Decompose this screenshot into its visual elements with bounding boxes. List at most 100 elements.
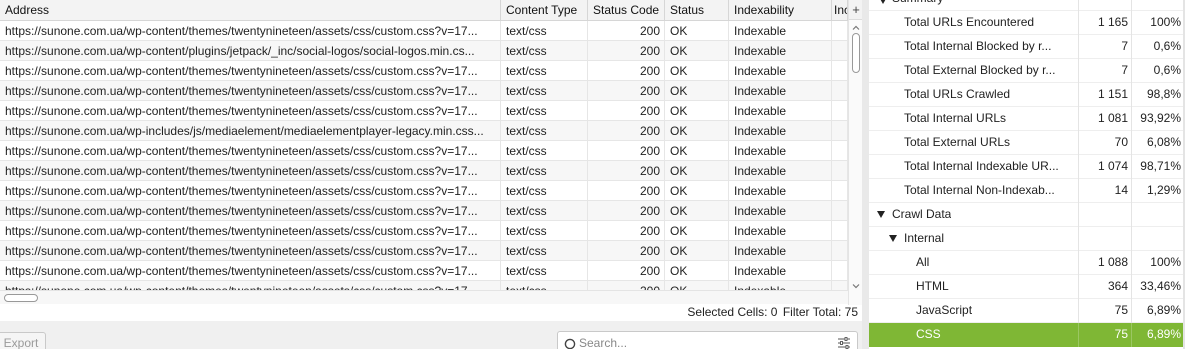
table-row[interactable]: https://sunone.com.ua/wp-content/themes/…: [0, 61, 848, 81]
selected-cells-value: 0: [770, 305, 778, 319]
cell-inc: [832, 41, 848, 61]
tree-node-summary[interactable]: Summary: [869, 0, 1183, 11]
tree-item-count: 1 151: [1078, 83, 1131, 107]
table-row[interactable]: https://sunone.com.ua/wp-content/themes/…: [0, 261, 848, 281]
tree-item[interactable]: HTML 364 33,46%: [869, 275, 1183, 299]
search-box[interactable]: [557, 331, 858, 349]
cell-inc: [832, 61, 848, 81]
expand-arrow-icon[interactable]: [879, 0, 887, 4]
tree-item-percent: 1,29%: [1131, 179, 1183, 203]
cell-content-type: text/css: [501, 201, 588, 221]
tree-item-percent: 98,71%: [1131, 155, 1183, 179]
cell-status-code: 200: [588, 221, 665, 241]
cell-address: https://sunone.com.ua/wp-content/themes/…: [0, 21, 501, 41]
tree-item-count: 1 165: [1078, 11, 1131, 35]
cell-indexability: Indexable: [729, 21, 832, 41]
cell-inc: [832, 121, 848, 141]
table-row[interactable]: https://sunone.com.ua/wp-content/themes/…: [0, 161, 848, 181]
tree-item-label: Total Internal Indexable UR...: [904, 159, 1059, 173]
column-header-indexability[interactable]: Indexability: [729, 0, 832, 21]
table-status-bar: Selected Cells: 0 Filter Total: 75: [0, 304, 862, 321]
cell-indexability: Indexable: [729, 81, 832, 101]
vertical-scroll-thumb[interactable]: [852, 33, 860, 73]
tree-item[interactable]: Total URLs Encountered 1 165 100%: [869, 11, 1183, 35]
table-row[interactable]: https://sunone.com.ua/wp-content/themes/…: [0, 81, 848, 101]
column-header-status[interactable]: Status: [665, 0, 729, 21]
cell-content-type: text/css: [501, 161, 588, 181]
tree-item[interactable]: Total External Blocked by r... 7 0,6%: [869, 59, 1183, 83]
table-row[interactable]: https://sunone.com.ua/wp-content/themes/…: [0, 281, 848, 290]
column-header-address[interactable]: Address: [0, 0, 501, 21]
cell-status-code: 200: [588, 61, 665, 81]
cell-inc: [832, 21, 848, 41]
cell-status: OK: [665, 121, 729, 141]
scroll-up-icon[interactable]: [851, 23, 861, 33]
cell-content-type: text/css: [501, 81, 588, 101]
tree-item[interactable]: All 1 088 100%: [869, 251, 1183, 275]
expand-arrow-icon[interactable]: [889, 235, 897, 242]
cell-status-code: 200: [588, 81, 665, 101]
cell-status-code: 200: [588, 201, 665, 221]
table-row[interactable]: https://sunone.com.ua/wp-content/themes/…: [0, 101, 848, 121]
tree-item[interactable]: JavaScript 75 6,89%: [869, 299, 1183, 323]
tree-node-internal[interactable]: Internal: [869, 227, 1183, 251]
cell-content-type: text/css: [501, 61, 588, 81]
table-row[interactable]: https://sunone.com.ua/wp-content/plugins…: [0, 41, 848, 61]
table-row[interactable]: https://sunone.com.ua/wp-content/themes/…: [0, 141, 848, 161]
cell-content-type: text/css: [501, 281, 588, 290]
cell-content-type: text/css: [501, 121, 588, 141]
scroll-down-icon[interactable]: [851, 281, 861, 291]
expand-arrow-icon[interactable]: [877, 211, 885, 218]
column-header-content-type[interactable]: Content Type: [501, 0, 588, 21]
tree-item[interactable]: Total Internal URLs 1 081 93,92%: [869, 107, 1183, 131]
tree-item[interactable]: CSS 75 6,89%: [869, 323, 1183, 347]
tree-item[interactable]: Total URLs Crawled 1 151 98,8%: [869, 83, 1183, 107]
table-row[interactable]: https://sunone.com.ua/wp-content/themes/…: [0, 201, 848, 221]
cell-status: OK: [665, 21, 729, 41]
cell-indexability: Indexable: [729, 141, 832, 161]
cell-status-code: 200: [588, 181, 665, 201]
tree-item-percent: 100%: [1131, 251, 1183, 275]
cell-status-code: 200: [588, 281, 665, 290]
column-header-inc[interactable]: Inc: [832, 0, 848, 21]
tree-item-percent: 0,6%: [1131, 35, 1183, 59]
table-row[interactable]: https://sunone.com.ua/wp-content/themes/…: [0, 181, 848, 201]
cell-status: OK: [665, 61, 729, 81]
panel-splitter[interactable]: [862, 0, 869, 349]
search-input[interactable]: [579, 334, 829, 349]
tree-item[interactable]: Total Internal Blocked by r... 7 0,6%: [869, 35, 1183, 59]
plus-icon[interactable]: +: [849, 0, 863, 20]
tree-item-label: Total External URLs: [904, 135, 1011, 149]
bottom-toolbar: Export: [0, 321, 862, 349]
cell-indexability: Indexable: [729, 221, 832, 241]
vertical-scrollbar[interactable]: +: [848, 0, 863, 305]
table-row[interactable]: https://sunone.com.ua/wp-includes/js/med…: [0, 121, 848, 141]
table-row[interactable]: https://sunone.com.ua/wp-content/themes/…: [0, 241, 848, 261]
horizontal-scroll-thumb[interactable]: [4, 294, 38, 302]
table-row[interactable]: https://sunone.com.ua/wp-content/themes/…: [0, 21, 848, 41]
cell-content-type: text/css: [501, 21, 588, 41]
export-button[interactable]: Export: [0, 332, 46, 349]
cell-status: OK: [665, 141, 729, 161]
cell-indexability: Indexable: [729, 201, 832, 221]
tree-item[interactable]: Total External URLs 70 6,08%: [869, 131, 1183, 155]
cell-status-code: 200: [588, 21, 665, 41]
cell-content-type: text/css: [501, 241, 588, 261]
tree-item-count: 14: [1078, 179, 1131, 203]
cell-status-code: 200: [588, 121, 665, 141]
cell-status: OK: [665, 81, 729, 101]
column-header-status-code[interactable]: Status Code: [588, 0, 665, 21]
cell-status-code: 200: [588, 41, 665, 61]
cell-address: https://sunone.com.ua/wp-content/themes/…: [0, 261, 501, 281]
cell-inc: [832, 141, 848, 161]
cell-indexability: Indexable: [729, 101, 832, 121]
horizontal-scrollbar[interactable]: [0, 290, 848, 304]
cell-inc: [832, 161, 848, 181]
tree-node-crawl-data[interactable]: Crawl Data: [869, 203, 1183, 227]
filter-icon[interactable]: [837, 337, 851, 349]
table-row[interactable]: https://sunone.com.ua/wp-content/themes/…: [0, 221, 848, 241]
tree-item[interactable]: Total Internal Non-Indexab... 14 1,29%: [869, 179, 1183, 203]
cell-address: https://sunone.com.ua/wp-content/themes/…: [0, 241, 501, 261]
tree-item[interactable]: Total Internal Indexable UR... 1 074 98,71…: [869, 155, 1183, 179]
cell-status: OK: [665, 101, 729, 121]
